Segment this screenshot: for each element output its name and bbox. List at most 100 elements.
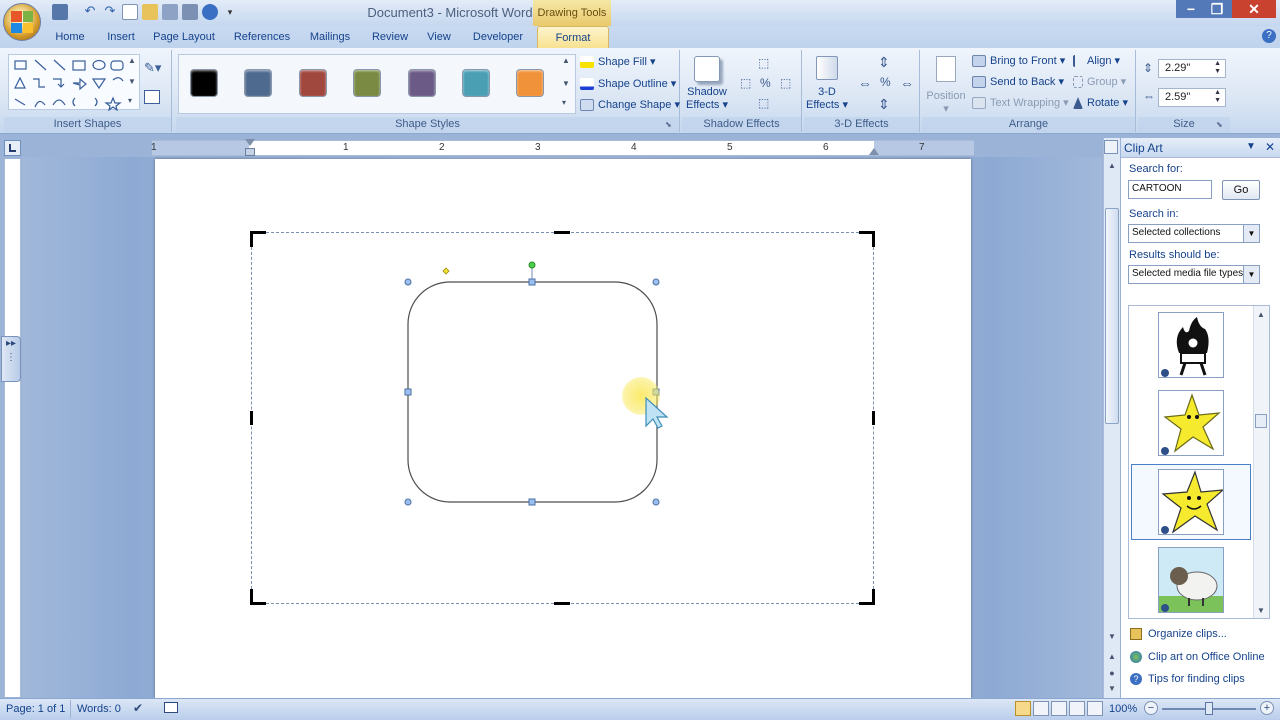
- clip-art-result-sheep[interactable]: [1158, 547, 1224, 613]
- canvas-crop-handle-left[interactable]: [250, 411, 253, 425]
- tips-finding-clips-link[interactable]: ? Tips for finding clips: [1130, 673, 1245, 686]
- group-button[interactable]: Group ▾: [1073, 75, 1126, 89]
- align-button[interactable]: Align ▾: [1073, 54, 1120, 68]
- dropdown-arrow-icon[interactable]: ▼: [1243, 266, 1259, 283]
- next-page-button[interactable]: ▼: [1105, 684, 1119, 696]
- zoom-level[interactable]: 100%: [1109, 703, 1137, 715]
- search-input[interactable]: CARTOON: [1128, 180, 1212, 199]
- rotate-button[interactable]: Rotate ▾: [1073, 96, 1128, 110]
- rotation-handle[interactable]: [528, 261, 536, 269]
- resize-handle[interactable]: [404, 498, 412, 506]
- edit-shape-icon[interactable]: ✎▾: [144, 60, 164, 76]
- shape-style-swatch-1[interactable]: [190, 69, 218, 97]
- scroll-up-button[interactable]: ▲: [1105, 161, 1119, 175]
- view-outline-button[interactable]: [1069, 701, 1085, 716]
- resize-handle[interactable]: [528, 498, 536, 506]
- view-full-screen-button[interactable]: [1033, 701, 1049, 716]
- clip-art-result-star-small[interactable]: [1158, 390, 1224, 456]
- office-button[interactable]: [3, 3, 41, 41]
- canvas-crop-handle-tr[interactable]: [872, 231, 875, 247]
- resize-handle[interactable]: [528, 278, 536, 286]
- draw-text-box-icon[interactable]: [144, 90, 160, 104]
- shape-style-swatch-6[interactable]: [462, 69, 490, 97]
- canvas-crop-handle-right[interactable]: [872, 411, 875, 425]
- tab-references[interactable]: References: [230, 28, 294, 48]
- view-print-layout-button[interactable]: [1015, 701, 1031, 716]
- shape-styles-scroll-up[interactable]: ▲: [562, 56, 570, 65]
- canvas-crop-handle-bottom[interactable]: [554, 602, 570, 605]
- zoom-slider-thumb[interactable]: [1205, 702, 1213, 715]
- scroll-down-button[interactable]: ▼: [1105, 632, 1119, 646]
- position-button[interactable]: Position ▾: [926, 54, 966, 115]
- tab-developer[interactable]: Developer: [468, 28, 528, 48]
- shape-width-input[interactable]: 2.59" ▲ ▼: [1158, 88, 1226, 107]
- clip-results-scroll-up[interactable]: ▲: [1257, 310, 1265, 319]
- zoom-out-button[interactable]: −: [1144, 701, 1158, 715]
- tab-selector[interactable]: [4, 140, 21, 156]
- clip-results-scrollbar[interactable]: [1253, 306, 1269, 618]
- shape-style-swatch-7[interactable]: [516, 69, 544, 97]
- shapes-gallery-more[interactable]: ▾: [128, 96, 138, 106]
- view-draft-button[interactable]: [1087, 701, 1103, 716]
- navigation-pane-toggle[interactable]: ▸▸ ⋮: [1, 336, 21, 382]
- size-dialog-launcher[interactable]: ⬊: [1216, 120, 1226, 130]
- canvas-crop-handle-bl[interactable]: [250, 589, 253, 605]
- clip-art-online-link[interactable]: Clip art on Office Online: [1130, 651, 1265, 664]
- clip-art-result-star-selected[interactable]: [1158, 469, 1224, 535]
- shape-style-swatch-5[interactable]: [408, 69, 436, 97]
- tilt-up-icon[interactable]: ⇕: [878, 54, 890, 71]
- right-indent-marker[interactable]: [869, 148, 879, 155]
- maximize-button[interactable]: ❐: [1202, 0, 1232, 18]
- shape-styles-dialog-launcher[interactable]: ⬊: [665, 120, 675, 130]
- left-indent-marker[interactable]: [245, 139, 255, 146]
- tab-view[interactable]: View: [422, 28, 456, 48]
- shape-style-swatch-2[interactable]: [244, 69, 272, 97]
- horizontal-ruler[interactable]: [152, 140, 974, 156]
- shapes-gallery-scroll-down[interactable]: ▼: [128, 77, 138, 87]
- select-browse-object-button[interactable]: ●: [1105, 668, 1119, 680]
- ruler-toggle-icon[interactable]: [1104, 140, 1118, 154]
- view-web-layout-button[interactable]: [1051, 701, 1067, 716]
- pane-options-dropdown-icon[interactable]: ▼: [1246, 141, 1256, 152]
- organize-clips-link[interactable]: Organize clips...: [1130, 628, 1227, 641]
- results-select[interactable]: Selected media file types ▼: [1128, 265, 1260, 284]
- proofing-status-icon[interactable]: ✔: [133, 701, 149, 715]
- shadow-on-off-icon[interactable]: %: [760, 76, 771, 90]
- shadow-nudge-up-icon[interactable]: ⬚: [758, 56, 769, 70]
- adjustment-handle[interactable]: [442, 267, 450, 275]
- dropdown-arrow-icon[interactable]: ▼: [1243, 225, 1259, 242]
- shadow-nudge-right-icon[interactable]: ⬚: [780, 76, 791, 90]
- shapes-gallery[interactable]: [8, 54, 140, 112]
- shadow-nudge-down-icon[interactable]: ⬚: [758, 96, 769, 110]
- pane-close-icon[interactable]: ✕: [1265, 140, 1275, 154]
- resize-handle[interactable]: [404, 278, 412, 286]
- scroll-thumb[interactable]: [1105, 208, 1119, 424]
- canvas-crop-handle-br[interactable]: [872, 589, 875, 605]
- clip-results-scroll-down[interactable]: ▼: [1257, 606, 1265, 615]
- tab-page-layout[interactable]: Page Layout: [150, 28, 218, 48]
- shadow-nudge-left-icon[interactable]: ⬚: [740, 76, 751, 90]
- word-count-status[interactable]: Words: 0: [77, 703, 121, 715]
- clip-art-result-cartoon-fire[interactable]: [1158, 312, 1224, 378]
- bring-to-front-button[interactable]: Bring to Front ▾: [972, 54, 1065, 68]
- clip-results-scroll-thumb[interactable]: [1255, 414, 1267, 428]
- shape-styles-more[interactable]: ▾: [562, 98, 566, 107]
- shape-styles-scroll-down[interactable]: ▼: [562, 79, 570, 88]
- text-wrapping-button[interactable]: Text Wrapping ▾: [972, 96, 1069, 110]
- tab-format[interactable]: Format: [537, 26, 609, 49]
- search-in-select[interactable]: Selected collections ▼: [1128, 224, 1260, 243]
- close-button[interactable]: ✕: [1232, 0, 1276, 18]
- send-to-back-button[interactable]: Send to Back ▾: [972, 75, 1064, 89]
- tab-home[interactable]: Home: [50, 28, 90, 48]
- go-button[interactable]: Go: [1222, 180, 1260, 200]
- hanging-indent-marker[interactable]: [245, 148, 255, 156]
- canvas-crop-handle-tl[interactable]: [250, 231, 253, 247]
- canvas-crop-handle-top[interactable]: [554, 231, 570, 234]
- shape-fill-button[interactable]: Shape Fill ▾: [580, 55, 656, 69]
- three-d-effects-button[interactable]: 3-D Effects ▾: [806, 54, 848, 114]
- tab-review[interactable]: Review: [368, 28, 412, 48]
- tab-mailings[interactable]: Mailings: [304, 28, 356, 48]
- shape-style-swatch-3[interactable]: [299, 69, 327, 97]
- tab-insert[interactable]: Insert: [102, 28, 140, 48]
- three-d-on-off-icon[interactable]: %: [880, 75, 891, 89]
